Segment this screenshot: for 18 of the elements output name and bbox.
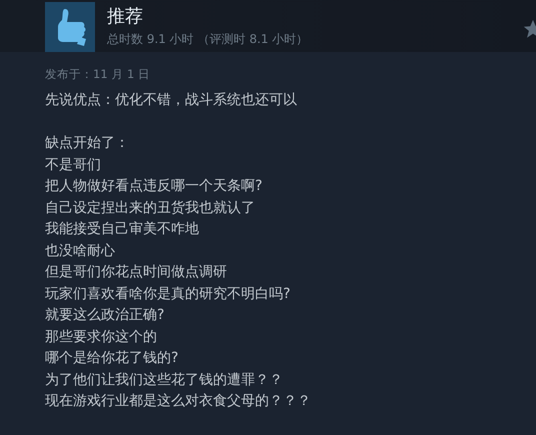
review-text-line: 我能接受自己审美不咋地 — [45, 220, 200, 239]
review-text-line: 把人物做好看点违反哪一个天条啊? — [45, 177, 264, 196]
thumbs-up-icon — [45, 2, 95, 52]
review-verdict: 推荐 — [107, 6, 144, 28]
review-text-line: 那些要求你这个的 — [45, 328, 158, 346]
review-text-line: 为了他们让我们这些花了钱的遭罪？？ — [45, 370, 284, 390]
playtime-text: 总时数 9.1 小时 （评测时 8.1 小时） — [107, 31, 308, 48]
posted-date: 发布于：11 月 1 日 — [45, 66, 151, 82]
review-text-line: 自己设定捏出来的丑货我也就认了 — [45, 198, 256, 218]
review-text-line: 先说优点：优化不错，战斗系统也还可以 — [45, 91, 298, 110]
review-text-line: 不是哥们 — [45, 156, 102, 174]
review-text-line: 就要这么政治正确? — [45, 306, 166, 325]
review-text-line: 缺点开始了： — [45, 134, 130, 153]
review-text-line: 哪个是给你花了钱的? — [45, 349, 180, 368]
review-text-line: 但是哥们你花点时间做点调研 — [45, 263, 228, 282]
review-text-line: 也没啥耐心 — [45, 242, 116, 260]
review-text-line: 玩家们喜欢看啥你是真的研究不明白吗? — [45, 284, 292, 304]
review-text-line: 现在游戏行业都是这么对衣食父母的？？？ — [45, 392, 312, 411]
